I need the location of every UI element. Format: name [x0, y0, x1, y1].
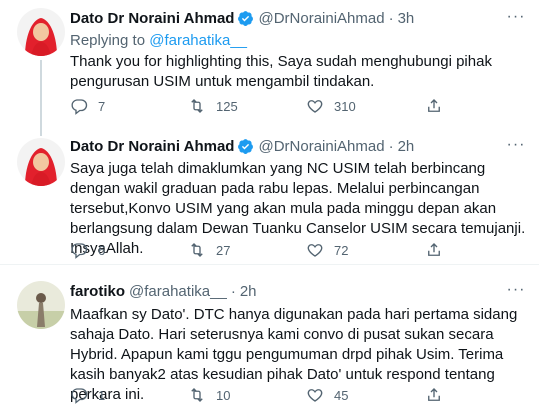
- like-button[interactable]: 72: [306, 240, 348, 260]
- like-count: 45: [334, 387, 349, 403]
- like-count: 310: [334, 98, 356, 114]
- more-options-icon[interactable]: ···: [505, 282, 527, 303]
- share-icon: [428, 243, 440, 256]
- retweet-button[interactable]: 125: [188, 96, 238, 116]
- retweet-icon: [191, 388, 203, 402]
- avatar[interactable]: [17, 8, 65, 56]
- retweet-count: 27: [216, 242, 231, 258]
- author-handle[interactable]: @DrNorainiAhmad: [258, 138, 384, 155]
- reply-button[interactable]: 7: [70, 96, 105, 116]
- timestamp[interactable]: 2h: [398, 138, 415, 155]
- share-button[interactable]: [425, 240, 443, 260]
- tweet-3[interactable]: farotiko @farahatika__ · 2h ··· Maafkan …: [0, 265, 539, 416]
- like-count: 72: [334, 242, 349, 258]
- separator-dot: ·: [388, 9, 394, 27]
- like-button[interactable]: 45: [306, 385, 348, 405]
- more-options-icon[interactable]: ···: [505, 9, 527, 30]
- reply-count: 6: [98, 242, 106, 258]
- replying-to-mention[interactable]: @farahatika__: [149, 32, 247, 49]
- timestamp[interactable]: 3h: [398, 10, 415, 27]
- retweet-icon: [191, 243, 203, 257]
- more-options-icon[interactable]: ···: [505, 137, 527, 158]
- author-name[interactable]: Dato Dr Noraini Ahmad: [70, 138, 234, 155]
- reply-button[interactable]: 6: [70, 240, 105, 260]
- retweet-icon: [191, 99, 203, 113]
- verified-badge-icon: [238, 10, 254, 26]
- replying-to: Replying to @farahatika__: [70, 32, 247, 49]
- share-button[interactable]: [425, 96, 443, 116]
- tweet-text: Thank you for highlighting this, Saya su…: [70, 53, 492, 90]
- thread-line: [40, 128, 42, 136]
- reply-icon: [71, 388, 88, 404]
- reply-count: 7: [98, 98, 106, 114]
- reply-button[interactable]: 1: [70, 385, 105, 405]
- tweet-text: Maafkan sy Dato'. DTC hanya digunakan pa…: [70, 306, 518, 403]
- like-button[interactable]: 310: [306, 96, 356, 116]
- retweet-button[interactable]: 27: [188, 240, 230, 260]
- reply-count: 1: [98, 387, 106, 403]
- share-button[interactable]: [425, 385, 443, 405]
- thread-line: [40, 60, 42, 132]
- author-handle[interactable]: @farahatika__: [129, 283, 227, 300]
- reply-icon: [71, 99, 88, 115]
- heart-icon: [307, 389, 323, 402]
- avatar[interactable]: [17, 138, 65, 186]
- retweet-count: 125: [216, 98, 238, 114]
- share-icon: [428, 388, 440, 401]
- timestamp[interactable]: 2h: [240, 283, 257, 300]
- avatar[interactable]: [17, 281, 65, 329]
- heart-icon: [307, 244, 323, 257]
- heart-icon: [307, 100, 323, 113]
- tweet-text: Saya juga telah dimaklumkan yang NC USIM…: [70, 160, 526, 257]
- share-icon: [428, 99, 440, 112]
- replying-to-prefix: Replying to: [70, 32, 150, 49]
- author-handle[interactable]: @DrNorainiAhmad: [258, 10, 384, 27]
- reply-icon: [71, 243, 88, 259]
- author-name[interactable]: Dato Dr Noraini Ahmad: [70, 10, 234, 27]
- separator-dot: ·: [388, 137, 394, 155]
- retweet-button[interactable]: 10: [188, 385, 230, 405]
- retweet-count: 10: [216, 387, 231, 403]
- tweet-1[interactable]: Dato Dr Noraini Ahmad @DrNorainiAhmad · …: [0, 0, 539, 132]
- verified-badge-icon: [238, 138, 254, 154]
- author-name[interactable]: farotiko: [70, 283, 125, 300]
- separator-dot: ·: [230, 282, 236, 300]
- tweet-2[interactable]: Dato Dr Noraini Ahmad @DrNorainiAhmad · …: [0, 128, 539, 262]
